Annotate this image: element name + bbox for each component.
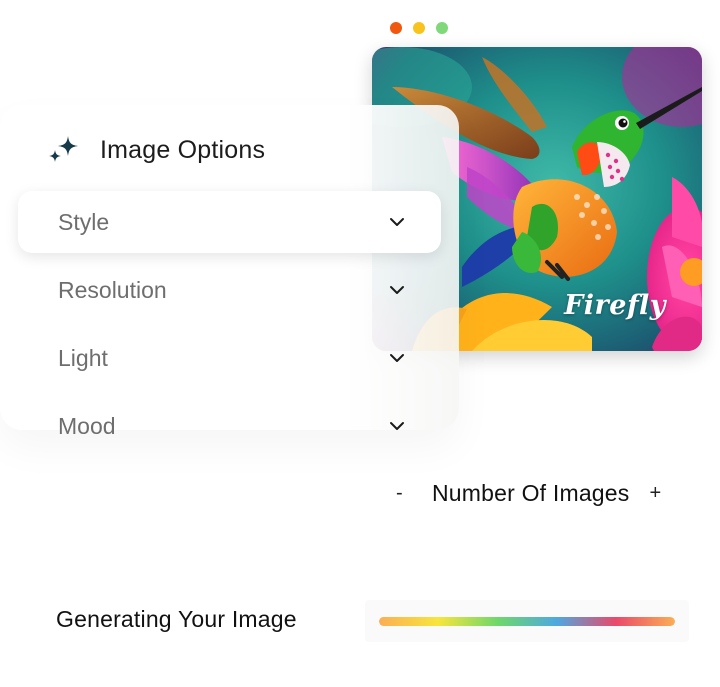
maximize-dot[interactable]: [436, 22, 448, 34]
decrement-button[interactable]: -: [396, 482, 408, 505]
window-controls: [390, 22, 448, 34]
generating-label: Generating Your Image: [56, 606, 297, 632]
option-style[interactable]: Style: [18, 191, 441, 253]
increment-button[interactable]: +: [650, 482, 662, 505]
chevron-down-icon: [390, 218, 404, 226]
sparkle-icon: [49, 136, 78, 162]
number-of-images-label: Number Of Images: [432, 480, 630, 506]
option-mood[interactable]: Mood: [18, 395, 441, 457]
option-light[interactable]: Light: [18, 327, 441, 389]
panel-header: Image Options: [48, 135, 265, 165]
option-label: Style: [58, 208, 110, 235]
chevron-down-icon: [390, 286, 404, 294]
panel-title: Image Options: [100, 135, 266, 164]
firefly-watermark: Firefly: [564, 290, 666, 321]
progress-bar: [379, 617, 675, 626]
number-of-images-stepper: - Number Of Images +: [396, 480, 661, 507]
close-dot[interactable]: [390, 22, 402, 34]
chevron-down-icon: [390, 422, 404, 430]
option-resolution[interactable]: Resolution: [18, 259, 441, 321]
progress-container: [365, 600, 689, 642]
chevron-down-icon: [390, 354, 404, 362]
progress-fill: [379, 617, 675, 626]
image-options-panel: Image Options Style Resolution Light Moo…: [0, 105, 459, 439]
option-label: Resolution: [58, 276, 167, 303]
option-label: Light: [58, 344, 108, 371]
option-label: Mood: [58, 412, 116, 439]
minimize-dot[interactable]: [413, 22, 425, 34]
